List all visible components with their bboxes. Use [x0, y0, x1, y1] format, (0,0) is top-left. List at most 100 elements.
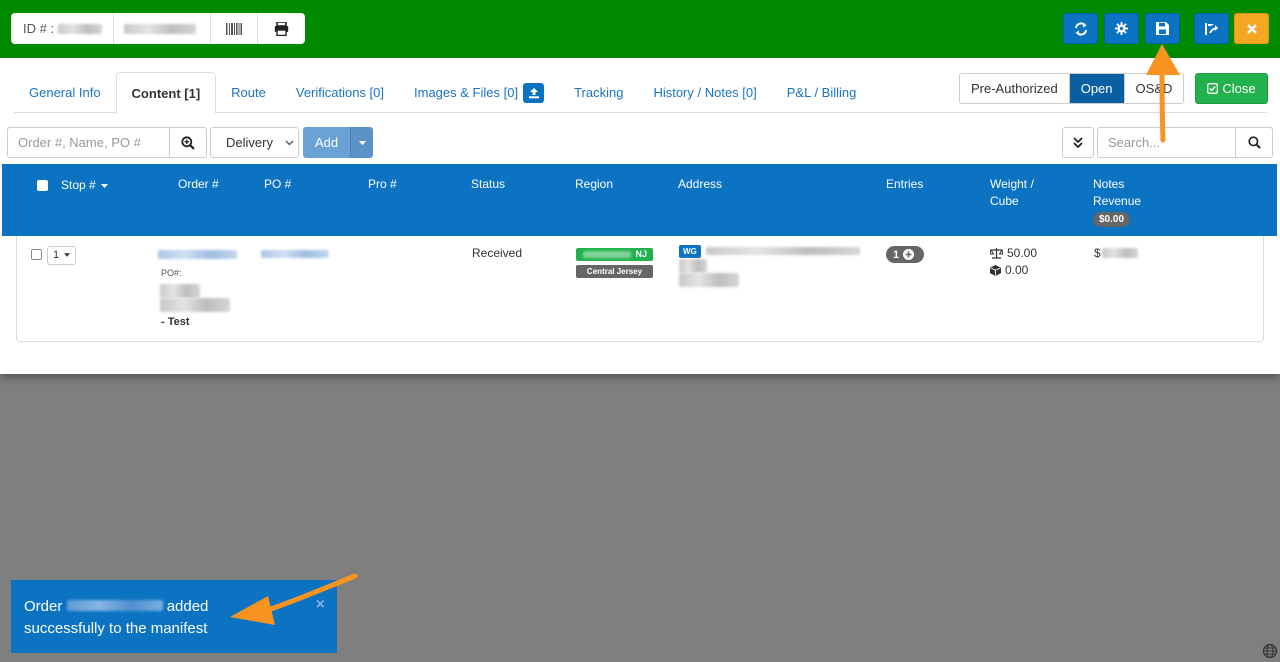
order-number-link-redacted[interactable] [158, 250, 237, 259]
id-label: ID # : [23, 21, 55, 36]
save-button[interactable] [1145, 13, 1180, 44]
address-line-redacted [706, 247, 860, 255]
order-search-input[interactable] [7, 127, 170, 158]
toast-close-icon[interactable]: × [316, 594, 325, 616]
region-name-badge: Central Jersey [576, 265, 653, 278]
weight-value: 50.00 [1007, 246, 1038, 260]
pro-header: Pro # [368, 177, 397, 191]
table-search-input[interactable] [1097, 127, 1236, 158]
print-button[interactable] [258, 13, 305, 44]
revenue-prefix: $ [1094, 246, 1101, 260]
caret-down-icon [64, 253, 71, 257]
po-number-link-redacted[interactable] [261, 250, 329, 258]
upload-button[interactable] [523, 82, 545, 103]
plus-circle-icon [903, 249, 915, 260]
chevron-down-icon [285, 140, 294, 146]
tab-verifications[interactable]: Verifications [0] [281, 72, 399, 113]
cube-icon [990, 264, 1001, 276]
toast-suffix: successfully to the manifest [24, 620, 208, 637]
print-icon [274, 21, 289, 36]
cube-header-label: Cube [990, 194, 1019, 208]
stop-type-value: Delivery [226, 135, 273, 150]
entries-header: Entries [886, 177, 924, 191]
weight-cell: 50.00 [990, 246, 1037, 260]
tab-tracking[interactable]: Tracking [559, 72, 638, 113]
refresh-icon [1074, 21, 1087, 36]
caret-down-icon [101, 183, 109, 188]
order-header: Order # [178, 177, 219, 191]
add-button[interactable]: Add [303, 127, 350, 158]
toast-middle: added [166, 598, 209, 615]
revenue-header-label: Revenue [1093, 194, 1142, 208]
double-chevron-down-icon [1073, 137, 1083, 148]
toast-order-redacted [66, 600, 163, 611]
tab-history-notes[interactable]: History / Notes [0] [638, 72, 771, 113]
id-field: ID # : [11, 13, 114, 44]
table-search-button[interactable] [1235, 127, 1273, 158]
entries-count-badge[interactable]: 1 [886, 246, 924, 263]
entries-count-value: 1 [893, 248, 900, 261]
close-icon [1246, 23, 1257, 34]
status-toggle-group: Pre-Authorized Open OS&D [959, 73, 1185, 104]
stop-number-dropdown[interactable]: 1 [47, 246, 76, 265]
po-header: PO # [264, 177, 292, 191]
tab-general-info[interactable]: General Info [14, 72, 116, 113]
success-toast: Order added successfully to the manifest… [11, 580, 337, 653]
barcode-icon [226, 22, 242, 35]
stop-type-select[interactable]: Delivery [210, 127, 299, 158]
address-header: Address [678, 177, 723, 191]
caret-down-icon [358, 140, 366, 145]
weight-cube-header: Weight / Cube [990, 176, 1034, 210]
revenue-total-badge: $0.00 [1093, 212, 1131, 227]
row-select-checkbox[interactable] [31, 249, 42, 260]
add-button-group: Add [303, 127, 373, 158]
refresh-button[interactable] [1063, 13, 1098, 44]
status-header: Status [471, 177, 506, 191]
status-osd[interactable]: OS&D [1124, 74, 1184, 103]
scale-icon [990, 247, 1003, 259]
id-name-field [114, 13, 211, 44]
customer-name-redacted-2 [160, 298, 230, 312]
select-all-checkbox[interactable] [37, 180, 48, 191]
region-code-redacted [583, 251, 631, 258]
po-label: PO#: [161, 268, 182, 278]
revenue-value-redacted [1102, 248, 1138, 258]
id-box: ID # : [11, 13, 305, 44]
close-manifest-button[interactable]: Close [1195, 73, 1268, 104]
tab-route[interactable]: Route [216, 72, 281, 113]
table-row[interactable]: 1 PO#: - Test Received NJ Central Jersey… [16, 236, 1264, 342]
expand-all-button[interactable] [1062, 127, 1094, 158]
customer-name-suffix: - Test [161, 316, 190, 328]
save-icon [1156, 22, 1169, 35]
route-share-button[interactable] [1194, 13, 1229, 44]
address-line-2-redacted [679, 259, 707, 273]
stop-column-sort[interactable]: Stop # [61, 177, 109, 194]
close-window-button[interactable] [1234, 13, 1269, 44]
tab-pl-billing[interactable]: P&L / Billing [772, 72, 872, 113]
route-icon [1205, 22, 1218, 35]
tab-content[interactable]: Content [1] [115, 72, 217, 114]
id-name-redacted [124, 23, 196, 34]
barcode-button[interactable] [211, 13, 258, 44]
gear-icon [1115, 22, 1128, 35]
tab-images-files-label: Images & Files [0] [414, 85, 519, 100]
toast-message: Order added [24, 596, 324, 618]
toast-prefix: Order [24, 598, 63, 615]
order-search-button[interactable] [169, 127, 207, 158]
status-open[interactable]: Open [1069, 74, 1125, 103]
check-square-icon [1207, 83, 1219, 94]
address-line-3-redacted [679, 273, 739, 287]
cube-cell: 0.00 [990, 263, 1028, 277]
settings-button[interactable] [1104, 13, 1139, 44]
tab-images-files[interactable]: Images & Files [0] [399, 72, 559, 113]
status-value: Received [472, 246, 523, 260]
add-dropdown-toggle[interactable] [350, 127, 373, 158]
notes-header-label: Notes [1093, 177, 1125, 191]
top-header-bar: ID # : [0, 0, 1280, 58]
globe-icon [1262, 643, 1278, 659]
stop-number-value: 1 [53, 249, 60, 261]
region-state-label: NJ [635, 249, 647, 259]
region-header: Region [575, 177, 614, 191]
status-pre-authorized[interactable]: Pre-Authorized [960, 74, 1070, 103]
stop-header-label: Stop # [61, 178, 96, 192]
